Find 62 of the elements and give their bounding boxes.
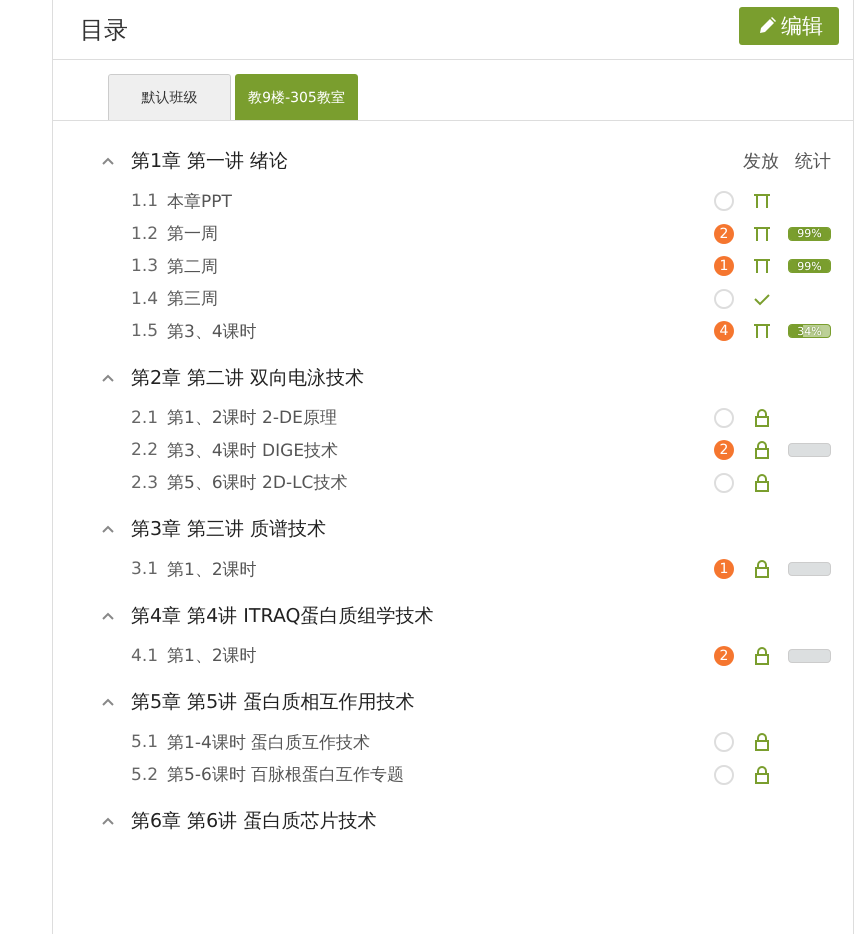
caret-icon[interactable]: [101, 697, 115, 707]
caret-icon[interactable]: [101, 524, 115, 534]
count-badge: 2: [714, 224, 734, 244]
count-badge: 2: [714, 646, 734, 666]
class-tab[interactable]: 默认班级: [108, 74, 231, 120]
empty-circle-icon: [714, 408, 734, 428]
chapter-title[interactable]: 第1章 第一讲 绪论: [131, 148, 727, 174]
lesson-title[interactable]: 第3、4课时 DIGE技术: [167, 438, 714, 462]
lock-icon[interactable]: [752, 408, 772, 428]
lesson-number: 2.2: [131, 440, 160, 460]
lesson-title[interactable]: 第三周: [167, 287, 714, 310]
chapter-title[interactable]: 第4章 第4讲 ITRAQ蛋白质组学技术: [131, 602, 831, 628]
lesson-number: 5.2: [131, 764, 160, 785]
lesson-number: 1.1: [131, 191, 160, 212]
lesson-title[interactable]: 第1、2课时: [167, 558, 714, 581]
lock-icon[interactable]: [752, 764, 772, 785]
lesson-number: 1.5: [131, 321, 160, 342]
lesson-title[interactable]: 第1-4课时 蛋白质互作技术: [167, 730, 714, 754]
count-badge: 1: [714, 256, 734, 276]
page-title: 目录: [80, 14, 128, 46]
column-header: 发放: [743, 150, 779, 173]
lesson-title[interactable]: 第3、4课时: [167, 320, 714, 343]
caret-icon[interactable]: [101, 372, 115, 382]
lesson-title[interactable]: 第二周: [167, 254, 714, 278]
count-badge: 2: [714, 440, 734, 460]
lesson-number: 5.1: [131, 732, 160, 752]
chapter-title[interactable]: 第6章 第6讲 蛋白质芯片技术: [131, 808, 831, 834]
lock-icon[interactable]: [752, 559, 772, 580]
lesson-title[interactable]: 第一周: [167, 222, 714, 246]
chapter-title[interactable]: 第2章 第二讲 双向电泳技术: [131, 364, 831, 390]
lock-icon[interactable]: [752, 646, 772, 666]
column-header: 统计: [795, 150, 831, 173]
lesson-number: 3.1: [131, 559, 160, 580]
pencil-icon: [757, 16, 777, 36]
chapter-title[interactable]: 第3章 第三讲 质谱技术: [131, 516, 831, 542]
progress-bar: 99%: [788, 226, 831, 241]
caret-icon[interactable]: [101, 156, 115, 166]
progress-bar: 99%: [788, 259, 831, 274]
lesson-number: 1.3: [131, 256, 160, 276]
count-badge: 4: [714, 321, 734, 342]
chapter-title[interactable]: 第5章 第5讲 蛋白质相互作用技术: [131, 689, 831, 715]
empty-circle-icon: [714, 732, 734, 752]
lock-icon[interactable]: [752, 440, 772, 460]
lesson-number: 2.3: [131, 472, 160, 493]
empty-circle-icon: [714, 472, 734, 493]
empty-circle-icon: [714, 288, 734, 309]
caret-icon[interactable]: [101, 610, 115, 620]
empty-circle-icon: [714, 191, 734, 212]
empty-circle-icon: [714, 764, 734, 785]
lesson-title[interactable]: 本章PPT: [167, 190, 714, 213]
lesson-number: 1.2: [131, 224, 160, 244]
count-badge: 1: [714, 559, 734, 580]
lesson-number: 1.4: [131, 288, 160, 309]
lesson-title[interactable]: 第5-6课时 百脉根蛋白互作专题: [167, 763, 714, 786]
lesson-title[interactable]: 第1、2课时 2-DE原理: [167, 406, 714, 430]
lock-icon[interactable]: [752, 472, 772, 493]
lesson-title[interactable]: 第5、6课时 2D-LC技术: [167, 471, 714, 494]
caret-icon[interactable]: [101, 816, 115, 826]
lesson-number: 2.1: [131, 408, 160, 428]
lesson-title[interactable]: 第1、2课时: [167, 644, 714, 668]
lock-icon[interactable]: [752, 732, 772, 752]
lesson-number: 4.1: [131, 646, 160, 666]
